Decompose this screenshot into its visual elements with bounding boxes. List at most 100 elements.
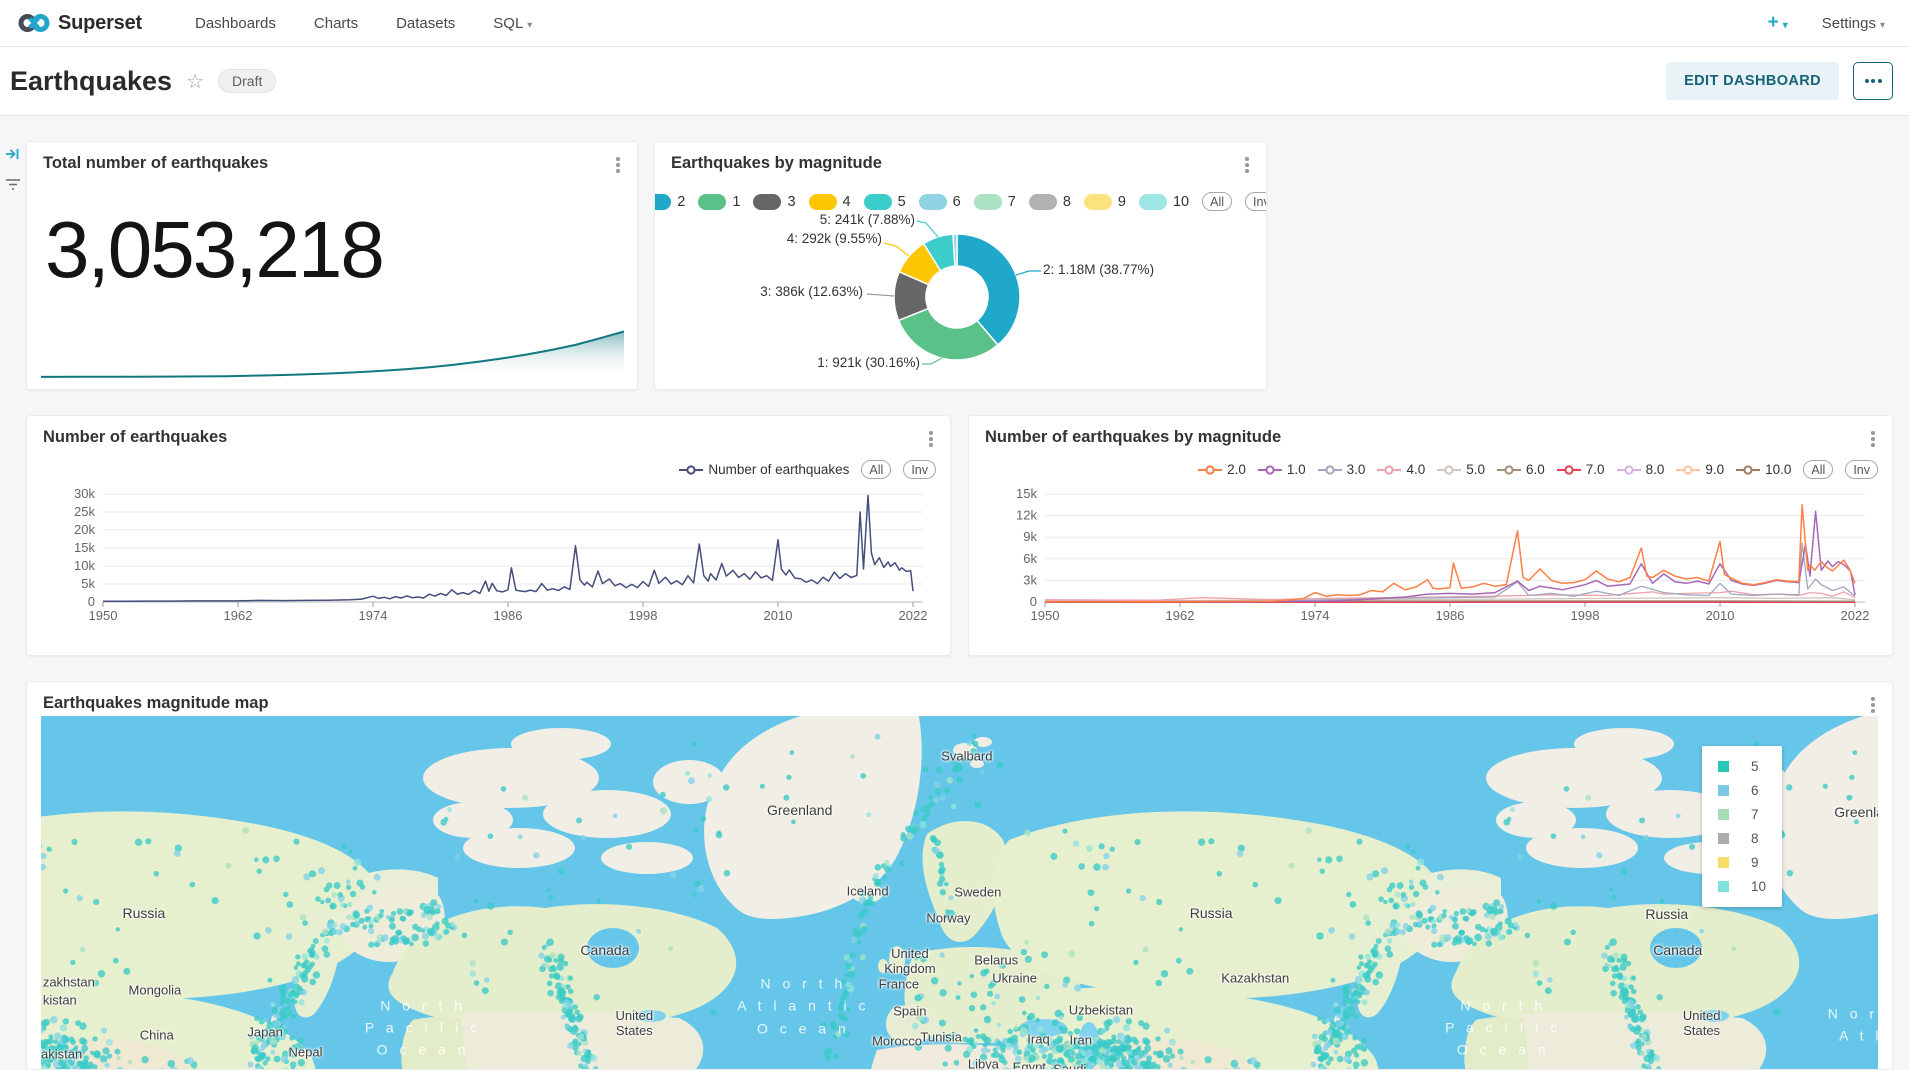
svg-text:5: 241k (7.88%): 5: 241k (7.88%) <box>820 212 915 227</box>
map-ocean-label: N o r t hA t l a n t i cO c e a n <box>737 972 869 1039</box>
map-place-label: Canada <box>580 942 629 958</box>
legend-item-2.0[interactable]: 2.0 <box>1198 462 1246 477</box>
map-ocean-label: N o r t hP a c i f i cO c e a n <box>365 994 481 1061</box>
map-legend-item-8: 8 <box>1718 831 1766 846</box>
svg-text:9k: 9k <box>1023 529 1037 544</box>
map-place-label: Spain <box>893 1004 926 1019</box>
svg-text:20k: 20k <box>74 522 95 537</box>
series-marker-icon <box>1258 465 1282 475</box>
nav-sql[interactable]: SQL▾ <box>493 15 532 32</box>
top-nav: Superset Dashboards Charts Datasets SQL▾… <box>0 0 1909 47</box>
series-marker-icon <box>1198 465 1222 475</box>
legend-item-7.0[interactable]: 7.0 <box>1557 462 1605 477</box>
favorite-star-icon[interactable]: ☆ <box>186 69 204 94</box>
all-toggle-pill[interactable]: All <box>1202 192 1232 211</box>
svg-text:1986: 1986 <box>494 608 523 623</box>
legend-item-1.0[interactable]: 1.0 <box>1258 462 1306 477</box>
legend-item-5[interactable]: 5 <box>864 194 906 210</box>
svg-text:3: 386k (12.63%): 3: 386k (12.63%) <box>760 284 863 299</box>
nav-charts[interactable]: Charts <box>314 15 358 32</box>
filter-icon[interactable] <box>4 175 22 193</box>
chart-menu-kebab-icon[interactable] <box>922 428 940 450</box>
nav-datasets[interactable]: Datasets <box>396 15 455 32</box>
map-place-label: akistan <box>41 1047 82 1062</box>
legend-swatch <box>698 194 726 210</box>
legend-item-9[interactable]: 9 <box>1084 194 1126 210</box>
svg-text:3k: 3k <box>1023 572 1037 587</box>
legend-item-9.0[interactable]: 9.0 <box>1676 462 1724 477</box>
nav-dashboards[interactable]: Dashboards <box>195 15 276 32</box>
chevron-down-icon: ▾ <box>527 20 532 31</box>
map-legend-item-5: 5 <box>1718 759 1766 774</box>
map-place-label: Ukraine <box>992 972 1037 987</box>
svg-text:30k: 30k <box>74 486 95 501</box>
world-map[interactable]: 5678910 SvalbardGreenlandGreenlandIcelan… <box>41 716 1878 1069</box>
legend-swatch <box>919 194 947 210</box>
map-place-label: Russia <box>122 905 165 921</box>
legend-item-number-of-earthquakes[interactable]: Number of earthquakes <box>679 462 849 477</box>
map-legend-swatch <box>1718 761 1729 772</box>
map-place-label: Iran <box>1070 1034 1092 1049</box>
map-place-label: Greenland <box>1834 804 1878 820</box>
legend-item-6.0[interactable]: 6.0 <box>1497 462 1545 477</box>
map-legend: 5678910 <box>1702 746 1782 907</box>
legend-swatch <box>1139 194 1167 210</box>
map-place-label: Tunisia <box>920 1030 961 1045</box>
map-place-label: United States <box>1665 1009 1739 1039</box>
legend-item-2[interactable]: 2 <box>654 194 685 210</box>
chart-menu-kebab-icon[interactable] <box>1864 428 1882 450</box>
map-legend-item-6: 6 <box>1718 783 1766 798</box>
svg-text:1962: 1962 <box>224 608 253 623</box>
legend-item-3[interactable]: 3 <box>753 194 795 210</box>
legend-item-5.0[interactable]: 5.0 <box>1437 462 1485 477</box>
map-place-label: Nepal <box>289 1046 323 1061</box>
superset-logo[interactable]: Superset <box>18 11 142 35</box>
more-options-button[interactable] <box>1853 62 1893 100</box>
status-badge: Draft <box>218 69 276 93</box>
svg-text:1950: 1950 <box>1031 608 1060 623</box>
inv-toggle-pill[interactable]: Inv <box>1245 192 1267 211</box>
map-place-label: Morocco <box>872 1035 922 1050</box>
legend-item-8[interactable]: 8 <box>1029 194 1071 210</box>
legend-item-1[interactable]: 1 <box>698 194 740 210</box>
all-toggle-pill[interactable]: All <box>1803 460 1833 479</box>
series-marker-icon <box>1617 465 1641 475</box>
map-place-label: kistan <box>43 994 77 1009</box>
map-place-label: Belarus <box>974 954 1018 969</box>
edit-dashboard-button[interactable]: EDIT DASHBOARD <box>1666 62 1839 100</box>
line-chart: 03k6k9k12k15k195019621974198619982010202… <box>985 480 1878 650</box>
new-item-button[interactable]: +▾ <box>1768 12 1788 34</box>
big-number-value: 3,053,218 <box>45 204 383 296</box>
map-legend-item-9: 9 <box>1718 855 1766 870</box>
series-marker-icon <box>1377 465 1401 475</box>
legend-swatch <box>1029 194 1057 210</box>
inv-toggle-pill[interactable]: Inv <box>1845 460 1878 479</box>
legend-item-4.0[interactable]: 4.0 <box>1377 462 1425 477</box>
expand-filters-icon[interactable] <box>4 145 22 163</box>
legend-item-6[interactable]: 6 <box>919 194 961 210</box>
inv-toggle-pill[interactable]: Inv <box>903 460 936 479</box>
all-toggle-pill[interactable]: All <box>861 460 891 479</box>
svg-text:1: 921k (30.16%): 1: 921k (30.16%) <box>817 355 920 370</box>
brand-name: Superset <box>58 12 142 35</box>
dashboard-page: Superset Dashboards Charts Datasets SQL▾… <box>0 0 1909 1070</box>
legend-item-7[interactable]: 7 <box>974 194 1016 210</box>
superset-infinity-icon <box>18 11 50 35</box>
legend-item-8.0[interactable]: 8.0 <box>1617 462 1665 477</box>
settings-menu[interactable]: Settings▾ <box>1822 15 1885 32</box>
map-legend-swatch <box>1718 833 1729 844</box>
legend-item-3.0[interactable]: 3.0 <box>1318 462 1366 477</box>
map-ocean-label: N o r t hP a c i f i cO c e a n <box>1445 994 1561 1061</box>
svg-text:1974: 1974 <box>359 608 388 623</box>
svg-text:1974: 1974 <box>1301 608 1330 623</box>
legend-item-10.0[interactable]: 10.0 <box>1736 462 1791 477</box>
map-place-label: Canada <box>1653 942 1702 958</box>
map-place-label: China <box>140 1029 174 1044</box>
map-place-label: Svalbard <box>941 750 992 765</box>
map-place-label: zakhstan <box>43 975 95 990</box>
chart-menu-kebab-icon[interactable] <box>609 154 627 176</box>
chart-menu-kebab-icon[interactable] <box>1238 154 1256 176</box>
legend-item-4[interactable]: 4 <box>809 194 851 210</box>
legend-item-10[interactable]: 10 <box>1139 194 1189 210</box>
chart-menu-kebab-icon[interactable] <box>1864 694 1882 716</box>
